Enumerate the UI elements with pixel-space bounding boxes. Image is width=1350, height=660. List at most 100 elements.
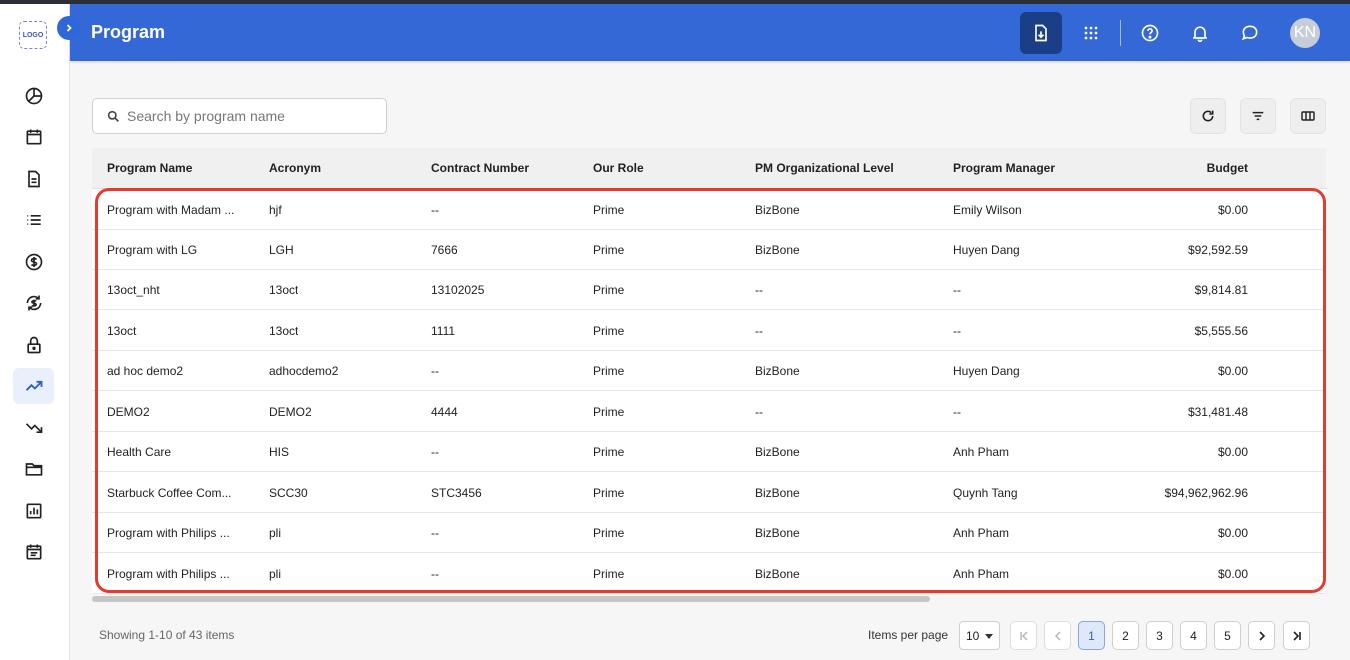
cell-program-manager: --	[953, 324, 961, 338]
cell-pm-level: BizBone	[755, 526, 800, 540]
sidebar-item-documents[interactable]	[13, 161, 54, 197]
schedule-icon	[26, 544, 41, 560]
table-row[interactable]: Program with Philips ... pli -- Prime Bi…	[92, 554, 1326, 594]
cell-our-role: Prime	[593, 486, 625, 500]
sidebar-item-transactions[interactable]	[13, 285, 54, 321]
cell-program-manager: Anh Pham	[953, 445, 1010, 459]
items-per-page-select[interactable]: 10	[959, 621, 1000, 650]
cell-contract-number: 4444	[431, 405, 458, 419]
sidebar-item-schedule[interactable]	[13, 534, 54, 570]
cell-program-manager: Anh Pham	[953, 567, 1010, 581]
refresh-button[interactable]	[1190, 98, 1226, 134]
cell-contract-number: --	[431, 526, 439, 540]
bell-icon	[1192, 26, 1208, 43]
sidebar-item-security[interactable]	[13, 327, 54, 363]
table-row[interactable]: Program with LG LGH 7666 Prime BizBone H…	[92, 230, 1326, 270]
trending-down-icon	[25, 423, 42, 433]
sidebar-item-folders[interactable]	[13, 451, 54, 487]
app-header: Program KN	[70, 4, 1350, 61]
cell-program-manager: Huyen Dang	[953, 243, 1020, 257]
chevron-right-icon	[66, 24, 72, 32]
previous-page-button[interactable]	[1044, 621, 1071, 650]
sidebar-item-decline[interactable]	[13, 410, 54, 446]
sidebar-item-programs[interactable]	[13, 368, 54, 404]
table-row[interactable]: Program with Madam ... hjf -- Prime BizB…	[92, 190, 1326, 230]
column-header-budget[interactable]: Budget	[1128, 161, 1248, 175]
cell-our-role: Prime	[593, 364, 625, 378]
page-button-2[interactable]: 2	[1112, 621, 1139, 650]
table-row[interactable]: Program with Philips ... pli -- Prime Bi…	[92, 513, 1326, 553]
sidebar-item-calendar[interactable]	[13, 119, 54, 155]
cell-acronym: LGH	[269, 243, 294, 257]
cell-acronym: 13oct	[269, 324, 299, 338]
cell-pm-level: BizBone	[755, 243, 800, 257]
header-divider	[1120, 20, 1121, 46]
user-initials: KN	[1293, 24, 1317, 41]
items-count-text: Showing 1-10 of 43 items	[99, 628, 235, 642]
cell-budget: $92,592.59	[1187, 243, 1248, 257]
chevron-down-icon	[985, 634, 993, 639]
horizontal-scrollbar[interactable]	[92, 596, 930, 602]
page-button-5[interactable]: 5	[1214, 621, 1241, 650]
sidebar-item-dashboard[interactable]	[13, 78, 54, 114]
table-row[interactable]: Starbuck Coffee Com... SCC30 STC3456 Pri…	[92, 473, 1326, 513]
cell-acronym: pli	[269, 567, 282, 581]
page-button-3[interactable]: 3	[1146, 621, 1173, 650]
column-header-program-manager[interactable]: Program Manager	[953, 161, 1055, 175]
last-page-button[interactable]	[1283, 621, 1310, 650]
user-avatar[interactable]: KN	[1290, 18, 1320, 48]
columns-button[interactable]	[1290, 98, 1326, 134]
sidebar-item-list[interactable]	[13, 202, 54, 238]
next-page-button[interactable]	[1248, 621, 1275, 650]
table-header: Program Name Acronym Contract Number Our…	[92, 148, 1326, 189]
cell-acronym: HIS	[269, 445, 290, 459]
dollar-icon	[25, 253, 42, 271]
cell-program-manager: Anh Pham	[953, 526, 1010, 540]
table-row[interactable]: DEMO2 DEMO2 4444 Prime -- -- $31,481.48	[92, 392, 1326, 432]
cell-our-role: Prime	[593, 283, 625, 297]
column-header-contract-number[interactable]: Contract Number	[431, 161, 529, 175]
cell-program-name: Starbuck Coffee Com...	[107, 486, 232, 500]
cell-program-name: 13oct	[107, 324, 137, 338]
sidebar-item-finance[interactable]	[13, 244, 54, 280]
cell-budget: $0.00	[1217, 445, 1248, 459]
chevron-right-icon	[1258, 630, 1265, 641]
export-icon	[1035, 24, 1047, 42]
cell-contract-number: 13102025	[431, 283, 485, 297]
cell-program-name: Program with Philips ...	[107, 526, 230, 540]
cell-contract-number: STC3456	[431, 486, 482, 500]
table-row[interactable]: ad hoc demo2 adhocdemo2 -- Prime BizBone…	[92, 351, 1326, 391]
column-header-pm-level[interactable]: PM Organizational Level	[755, 161, 894, 175]
dollar-exchange-icon	[26, 295, 41, 311]
table-row[interactable]: 13oct_nht 13oct 13102025 Prime -- -- $9,…	[92, 270, 1326, 310]
page-title: Program	[91, 22, 166, 42]
trending-up-icon	[25, 380, 42, 391]
column-header-program-name[interactable]: Program Name	[107, 161, 192, 175]
sidebar-expand-button[interactable]	[57, 16, 81, 40]
column-header-our-role[interactable]: Our Role	[593, 161, 644, 175]
cell-pm-level: BizBone	[755, 364, 800, 378]
refresh-icon	[1202, 110, 1214, 122]
cell-pm-level: --	[755, 324, 763, 338]
filter-button[interactable]	[1240, 98, 1276, 134]
sidebar-item-reports[interactable]	[13, 493, 54, 529]
page-button-1[interactable]: 1	[1078, 621, 1105, 650]
apps-button[interactable]	[1070, 12, 1112, 54]
table-row[interactable]: Health Care HIS -- Prime BizBone Anh Pha…	[92, 432, 1326, 472]
notifications-button[interactable]	[1179, 12, 1221, 54]
chat-button[interactable]	[1229, 12, 1271, 54]
help-button[interactable]	[1129, 12, 1171, 54]
search-input[interactable]	[127, 106, 377, 126]
cell-program-name: Program with Philips ...	[107, 567, 230, 581]
column-header-acronym[interactable]: Acronym	[269, 161, 321, 175]
table-row[interactable]: 13oct 13oct 1111 Prime -- -- $5,555.56	[92, 311, 1326, 351]
export-button[interactable]	[1020, 12, 1062, 54]
list-icon	[26, 215, 41, 225]
cell-program-manager: Emily Wilson	[953, 203, 1022, 217]
cell-program-name: Health Care	[107, 445, 172, 459]
cell-acronym: DEMO2	[269, 405, 312, 419]
cell-budget: $0.00	[1217, 526, 1248, 540]
first-page-button[interactable]	[1010, 621, 1037, 650]
page-button-4[interactable]: 4	[1180, 621, 1207, 650]
cell-program-name: ad hoc demo2	[107, 364, 184, 378]
